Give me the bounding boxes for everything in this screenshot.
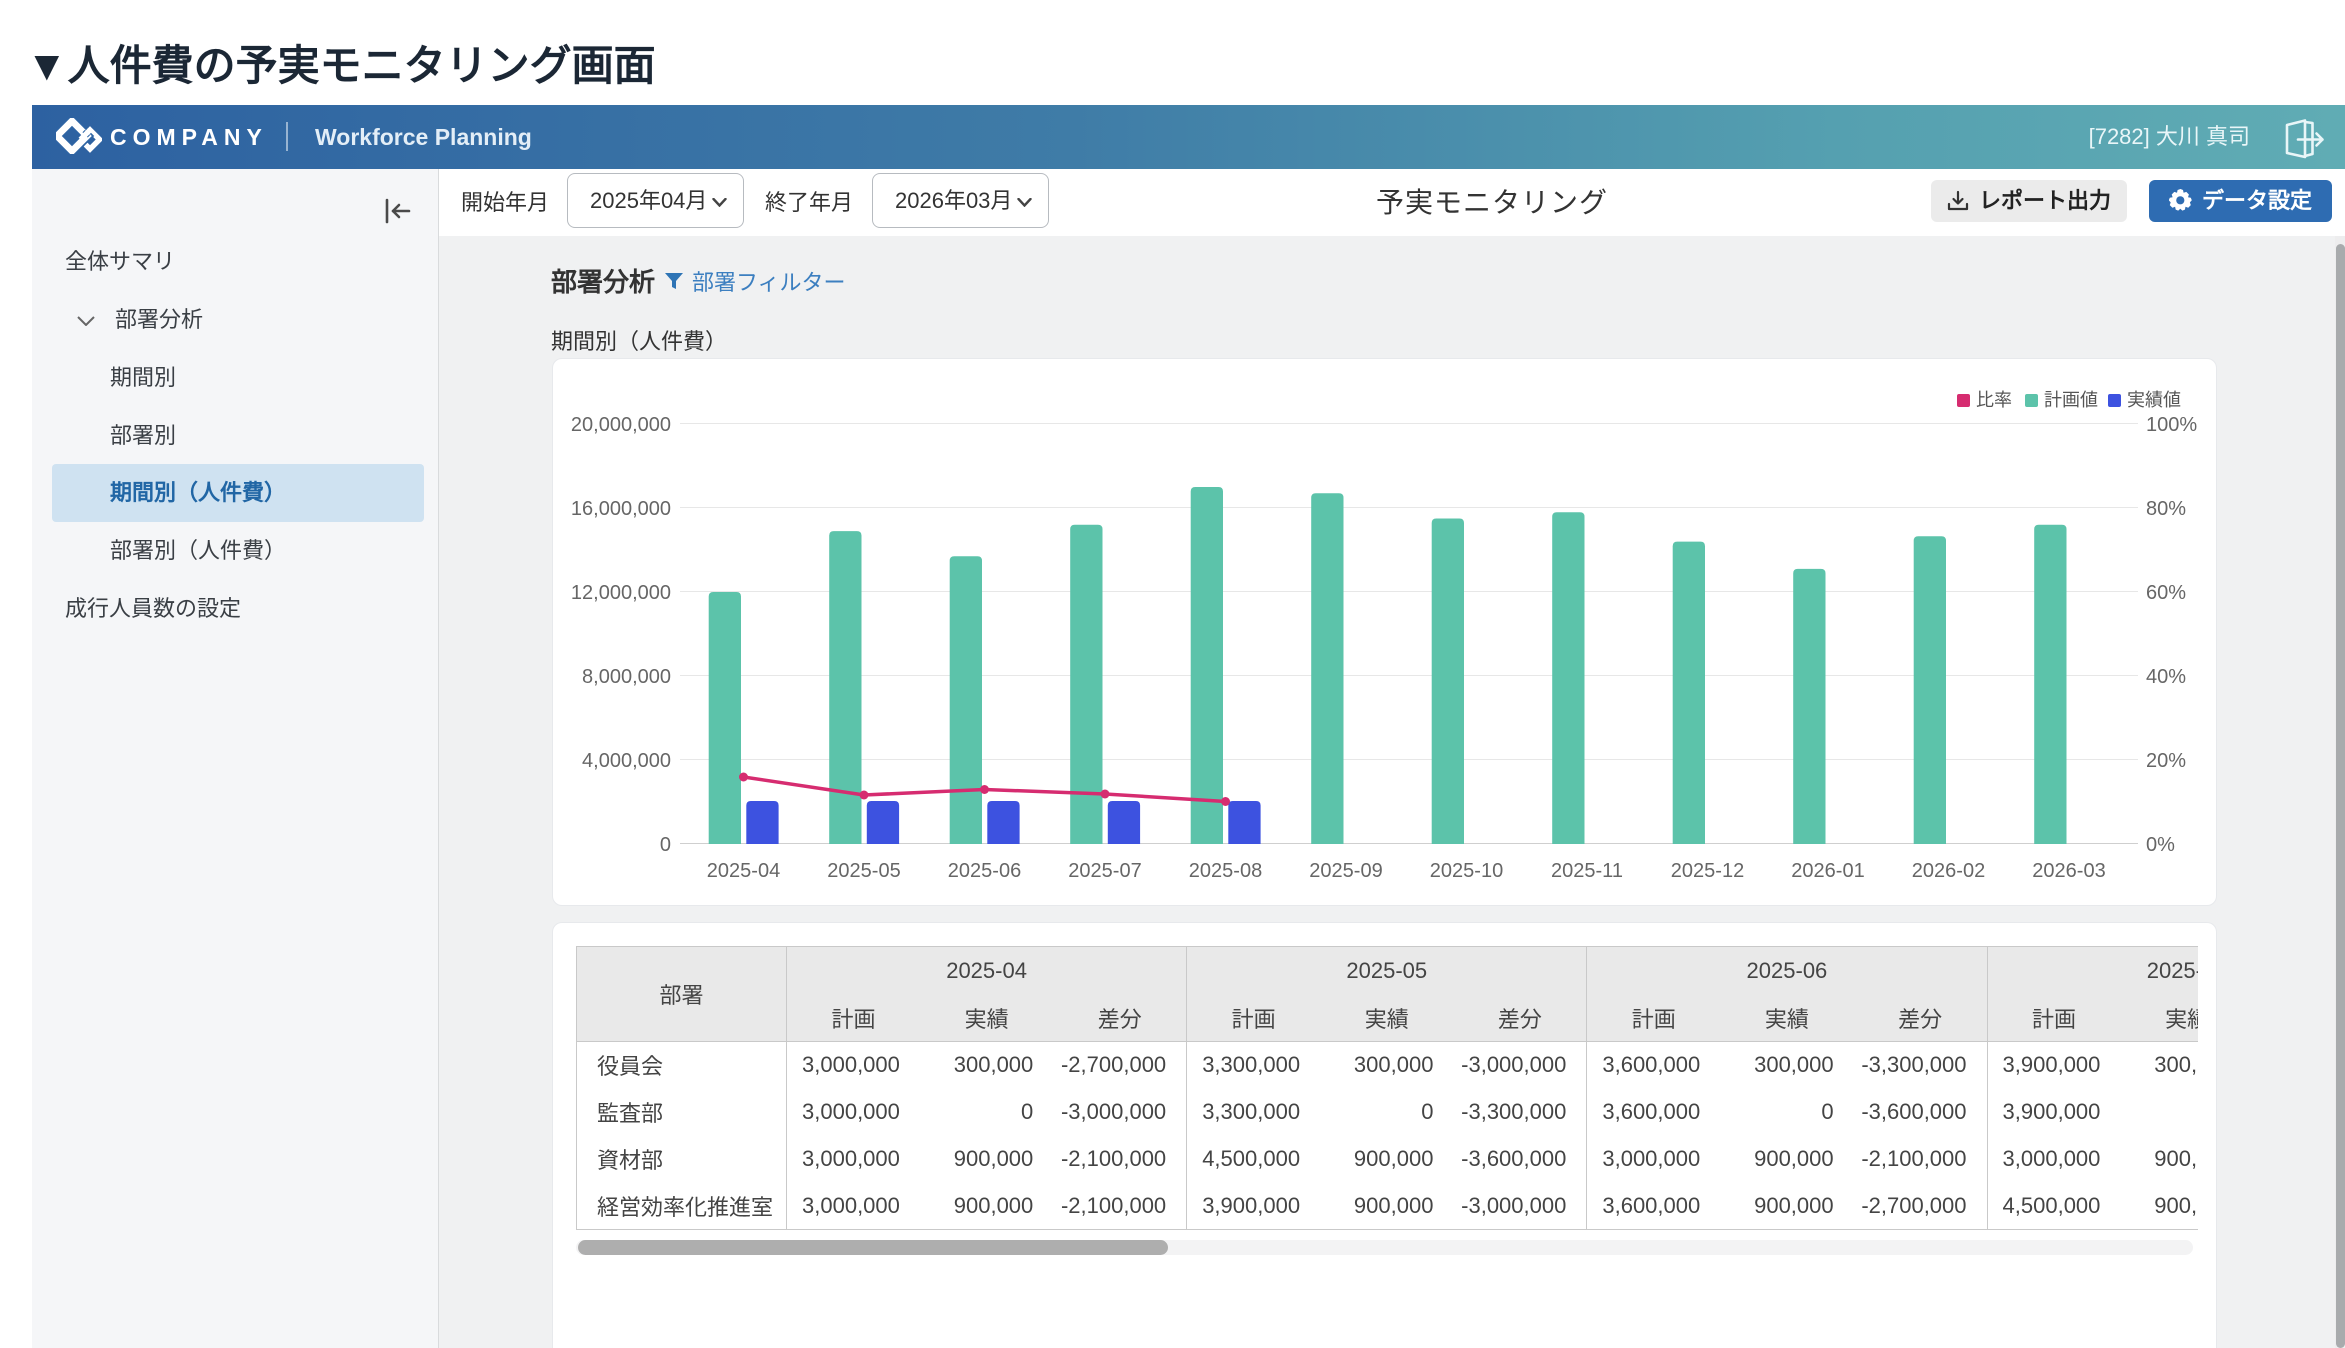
svg-text:0%: 0% — [2146, 834, 2175, 856]
svg-text:12,000,000: 12,000,000 — [571, 582, 671, 604]
svg-text:2026-02: 2026-02 — [1912, 860, 1985, 882]
svg-text:20,000,000: 20,000,000 — [571, 414, 671, 436]
svg-text:4,000,000: 4,000,000 — [582, 750, 671, 772]
svg-text:実績値: 実績値 — [2127, 390, 2181, 410]
svg-text:2025-08: 2025-08 — [1189, 860, 1262, 882]
svg-text:2025-10: 2025-10 — [1430, 860, 1503, 882]
svg-text:0: 0 — [660, 834, 671, 856]
svg-text:計画値: 計画値 — [2044, 390, 2098, 410]
svg-text:2025-04: 2025-04 — [707, 860, 780, 882]
svg-text:2025-07: 2025-07 — [1068, 860, 1141, 882]
svg-text:2025-05: 2025-05 — [827, 860, 900, 882]
svg-text:16,000,000: 16,000,000 — [571, 498, 671, 520]
svg-text:2025-06: 2025-06 — [948, 860, 1021, 882]
svg-text:2025-11: 2025-11 — [1551, 860, 1623, 882]
svg-text:8,000,000: 8,000,000 — [582, 666, 671, 688]
svg-text:40%: 40% — [2146, 666, 2186, 688]
svg-text:比率: 比率 — [1976, 390, 2012, 410]
svg-text:80%: 80% — [2146, 498, 2186, 520]
svg-text:20%: 20% — [2146, 750, 2186, 772]
svg-text:2025-09: 2025-09 — [1309, 860, 1382, 882]
svg-text:2026-01: 2026-01 — [1791, 860, 1864, 882]
svg-text:2026-03: 2026-03 — [2032, 860, 2105, 882]
svg-text:60%: 60% — [2146, 582, 2186, 604]
svg-text:100%: 100% — [2146, 414, 2197, 436]
svg-text:2025-12: 2025-12 — [1671, 860, 1744, 882]
